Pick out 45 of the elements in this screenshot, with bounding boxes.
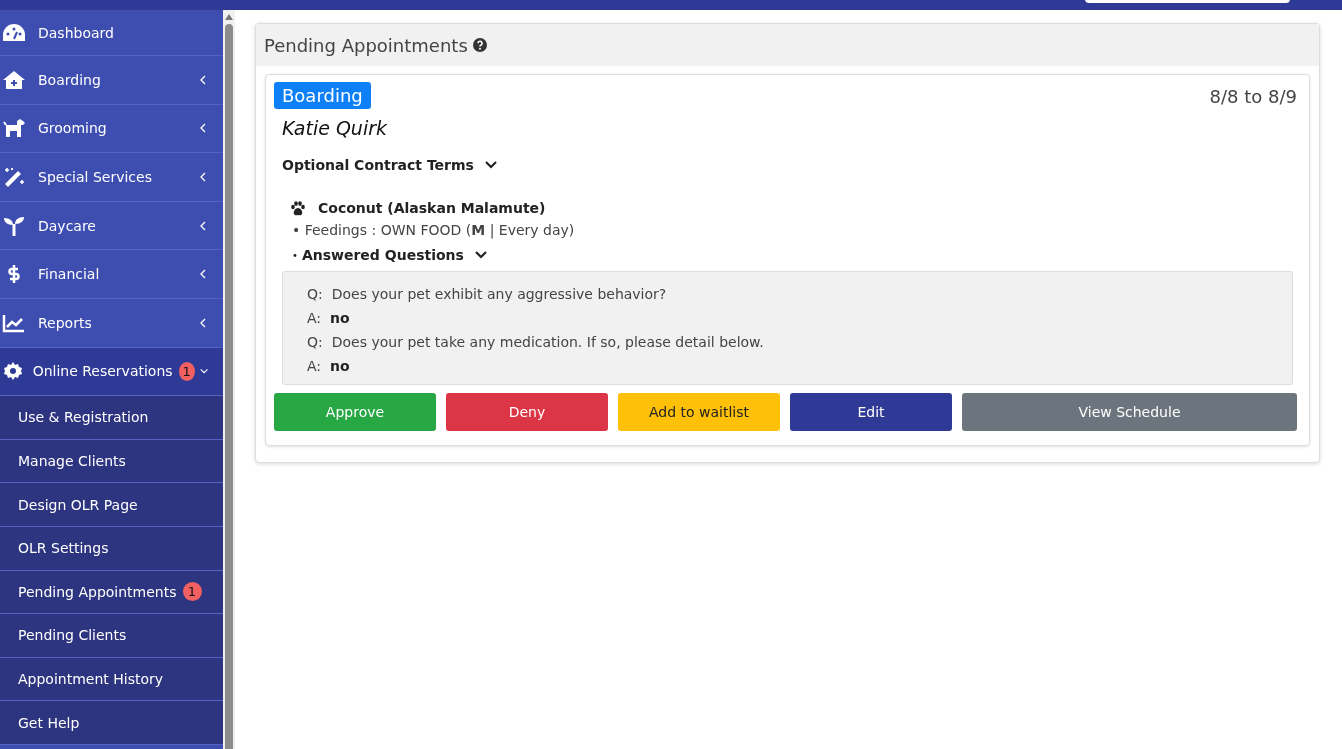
sidebar-subitem[interactable]: Appointment History — [0, 657, 223, 702]
panel-title: Pending Appointments — [264, 34, 468, 56]
help-icon[interactable] — [472, 38, 487, 52]
qa-label: A: — [307, 310, 322, 326]
sidebar-item[interactable]: Boarding — [0, 56, 223, 105]
action-button[interactable]: View Schedule — [962, 393, 1297, 431]
chevron-down-icon[interactable] — [483, 160, 498, 170]
pet-name: Coconut (Alaskan Malamute) — [318, 200, 546, 216]
bullet: • — [292, 249, 298, 261]
action-button[interactable]: Edit — [790, 393, 952, 431]
scrollbar-thumb[interactable] — [225, 24, 233, 749]
qa-label: Q: — [307, 286, 323, 302]
sidebar-subitem[interactable]: Get Help — [0, 701, 223, 745]
sidebar-item[interactable]: Dashboard — [0, 10, 223, 56]
chevron-down-icon[interactable] — [473, 250, 488, 260]
sidebar-subitem[interactable]: Use & Registration — [0, 396, 223, 440]
sidebar-subitem[interactable]: Pending Appointments 1 — [0, 570, 223, 615]
qa-label: Q: — [307, 334, 323, 350]
line-chart-icon — [2, 312, 26, 333]
sprout-icon — [2, 215, 26, 236]
magic-wand-icon — [2, 167, 26, 187]
scrollbar[interactable] — [223, 10, 235, 749]
answer-text: no — [330, 310, 350, 326]
answered-questions-toggle[interactable]: Answered Questions — [301, 247, 464, 263]
feeding-info: • Feedings : OWN FOOD (M | Every day) — [292, 222, 576, 238]
sidebar-subitem[interactable]: Design OLR Page — [0, 483, 223, 527]
scroll-up-icon[interactable] — [225, 14, 233, 20]
date-range: 8/8 to 8/9 — [1209, 86, 1297, 107]
sidebar-subitem[interactable]: OLR Settings — [0, 526, 223, 571]
sidebar-subitem[interactable]: Manage Clients — [0, 439, 223, 484]
contract-terms-toggle[interactable]: Optional Contract Terms — [282, 157, 474, 173]
count-badge: 1 — [178, 361, 195, 381]
action-button[interactable]: Add to waitlist — [618, 393, 780, 431]
action-button[interactable]: Deny — [446, 393, 608, 431]
question-text: Does your pet take any medication. If so, please detail below. — [331, 334, 764, 350]
answer-text: no — [330, 358, 350, 374]
qa-label: A: — [307, 358, 322, 374]
question-text: Does your pet exhibit any aggressive behavior? — [331, 286, 667, 302]
dog-icon — [2, 118, 26, 139]
client-name: Katie Quirk — [282, 117, 388, 139]
paw-icon — [290, 200, 306, 216]
service-tag: Boarding — [274, 82, 371, 109]
count-badge: 1 — [182, 582, 202, 602]
sidebar-item[interactable]: Online Reservations 1 — [0, 347, 223, 397]
sidebar-subitem[interactable]: Pending Clients — [0, 614, 223, 658]
